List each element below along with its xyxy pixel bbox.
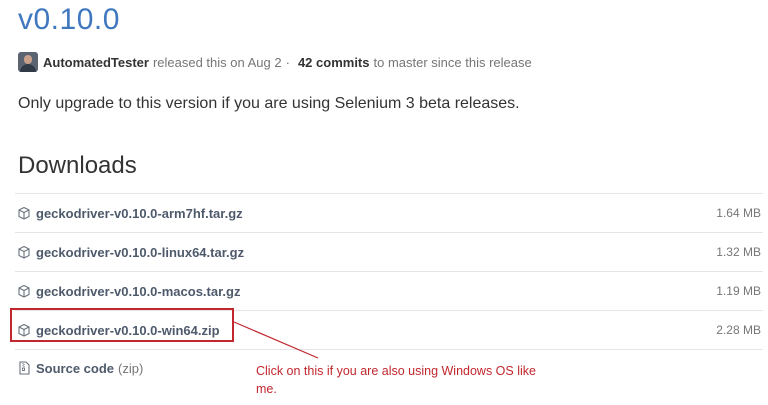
download-row: geckodriver-v0.10.0-arm7hf.tar.gz 1.64 M… [15, 193, 763, 232]
file-zip-icon [19, 361, 30, 375]
commits-suffix: to master since this release [373, 54, 532, 70]
download-link[interactable]: geckodriver-v0.10.0-linux64.tar.gz [36, 245, 244, 260]
author-avatar[interactable] [18, 52, 38, 72]
highlight-box [10, 308, 234, 342]
file-size: 1.19 MB [716, 284, 761, 298]
source-code-format: (zip) [118, 360, 144, 376]
release-notes: Only upgrade to this version if you are … [18, 95, 520, 112]
package-icon [18, 284, 30, 298]
source-code-link[interactable]: Source code [36, 361, 114, 376]
package-icon [18, 245, 30, 259]
release-meta: AutomatedTester released this on Aug 2 ·… [18, 52, 532, 72]
release-title[interactable]: v0.10.0 [18, 2, 120, 38]
package-icon [18, 206, 30, 220]
meta-separator: · [285, 54, 290, 70]
commits-link[interactable]: 42 commits [298, 55, 370, 70]
downloads-list: geckodriver-v0.10.0-arm7hf.tar.gz 1.64 M… [15, 193, 763, 386]
file-size: 1.32 MB [716, 245, 761, 259]
download-link[interactable]: geckodriver-v0.10.0-macos.tar.gz [36, 284, 241, 299]
file-size: 2.28 MB [716, 323, 761, 337]
annotation-text: Click on this if you are also using Wind… [256, 364, 536, 396]
released-text: released this on Aug 2 [152, 54, 282, 70]
download-link[interactable]: geckodriver-v0.10.0-arm7hf.tar.gz [36, 206, 243, 221]
author-link[interactable]: AutomatedTester [43, 55, 149, 70]
downloads-heading: Downloads [18, 152, 137, 179]
download-row: geckodriver-v0.10.0-macos.tar.gz 1.19 MB [15, 271, 763, 310]
download-row: geckodriver-v0.10.0-linux64.tar.gz 1.32 … [15, 232, 763, 271]
file-size: 1.64 MB [716, 206, 761, 220]
